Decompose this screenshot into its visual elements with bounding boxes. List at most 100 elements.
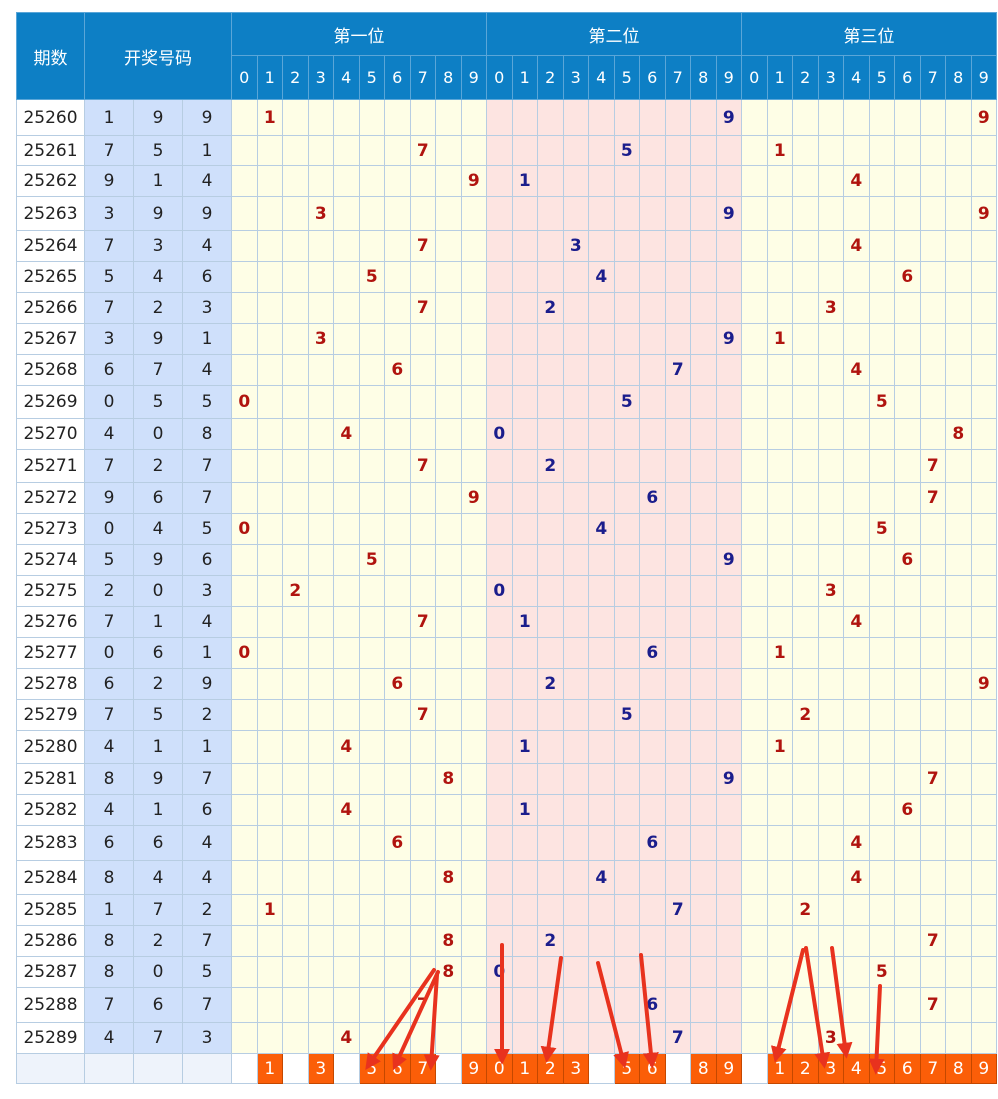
grid-cell [282, 860, 309, 895]
grid-cell [256, 385, 283, 419]
digit-header-p2-0: 0 [486, 55, 513, 100]
digit-header-p1-6: 6 [384, 55, 411, 100]
pick-empty-cell [435, 1053, 462, 1084]
grid-cell [511, 449, 538, 483]
grid-cell [256, 513, 283, 545]
grid-cell [511, 825, 538, 861]
winning-digit-3: 4 [182, 354, 232, 386]
grid-cell [690, 482, 717, 514]
grid-cell [868, 699, 895, 731]
grid-cell [766, 575, 793, 607]
grid-cell [945, 860, 972, 895]
grid-cell [511, 323, 538, 355]
winning-digit-3: 1 [182, 730, 232, 764]
grid-cell [715, 513, 742, 545]
winning-digit-2: 9 [133, 323, 183, 355]
grid-cell [664, 385, 691, 419]
hit-marker-pos3: 7 [919, 987, 946, 1023]
grid-cell [715, 894, 742, 926]
grid-cell [868, 637, 895, 669]
grid-cell [766, 956, 793, 988]
grid-cell [639, 449, 666, 483]
grid-cell [741, 1022, 768, 1054]
hit-marker-pos1: 7 [409, 230, 436, 262]
grid-cell [409, 575, 436, 607]
hit-marker-pos1: 7 [409, 606, 436, 638]
grid-cell [409, 1022, 436, 1054]
winning-digit-3: 4 [182, 606, 232, 638]
hit-marker-pos2: 4 [588, 513, 615, 545]
grid-cell [511, 230, 538, 262]
grid-cell [741, 956, 768, 988]
winning-digit-3: 5 [182, 513, 232, 545]
grid-cell [945, 794, 972, 826]
grid-cell [843, 292, 870, 324]
hit-marker-pos2: 9 [715, 763, 742, 795]
winning-digit-2: 0 [133, 575, 183, 607]
grid-cell [843, 956, 870, 988]
hit-marker-pos3: 4 [843, 606, 870, 638]
grid-cell [588, 196, 615, 231]
grid-cell [919, 135, 946, 166]
grid-cell [970, 513, 997, 545]
grid-cell [843, 1022, 870, 1054]
grid-cell [384, 323, 411, 355]
grid-cell [613, 987, 640, 1023]
grid-cell [409, 544, 436, 576]
grid-cell [435, 99, 462, 136]
grid-cell [588, 575, 615, 607]
grid-cell [307, 482, 334, 514]
hit-marker-pos3: 6 [894, 544, 921, 576]
grid-cell [970, 606, 997, 638]
grid-cell [537, 763, 564, 795]
pick-digit-pos2: 0 [486, 1053, 513, 1084]
grid-cell [690, 544, 717, 576]
hit-marker-pos3: 2 [792, 699, 819, 731]
grid-cell [639, 606, 666, 638]
table-row: 25277 0 6 1 0 6 1 [16, 637, 997, 669]
grid-cell [868, 987, 895, 1023]
grid-cell [766, 449, 793, 483]
grid-cell [741, 482, 768, 514]
grid-cell [894, 135, 921, 166]
grid-cell [817, 925, 844, 957]
winning-digit-2: 4 [133, 261, 183, 293]
digit-header-p1-3: 3 [307, 55, 334, 100]
grid-cell [690, 99, 717, 136]
grid-cell [562, 987, 589, 1023]
grid-cell [843, 925, 870, 957]
grid-cell [664, 135, 691, 166]
hit-marker-pos1: 6 [384, 825, 411, 861]
grid-cell [511, 763, 538, 795]
grid-cell [511, 544, 538, 576]
grid-cell [588, 606, 615, 638]
grid-cell [919, 513, 946, 545]
grid-cell [460, 730, 487, 764]
grid-cell [358, 292, 385, 324]
grid-cell [639, 860, 666, 895]
grid-cell [741, 860, 768, 895]
footer-empty-cell [84, 1053, 134, 1084]
grid-cell [843, 730, 870, 764]
grid-cell [843, 385, 870, 419]
grid-cell [511, 385, 538, 419]
grid-cell [715, 987, 742, 1023]
hit-marker-pos3: 7 [919, 482, 946, 514]
grid-cell [562, 449, 589, 483]
grid-cell [715, 925, 742, 957]
winning-digit-2: 6 [133, 637, 183, 669]
grid-cell [919, 99, 946, 136]
grid-cell [894, 860, 921, 895]
winning-digit-1: 0 [84, 385, 134, 419]
hit-marker-pos2: 2 [537, 668, 564, 700]
winning-digit-1: 7 [84, 230, 134, 262]
grid-cell [358, 135, 385, 166]
grid-cell [945, 449, 972, 483]
grid-cell [307, 165, 334, 197]
grid-cell [919, 894, 946, 926]
grid-cell [537, 354, 564, 386]
grid-cell [562, 668, 589, 700]
grid-cell [945, 513, 972, 545]
grid-cell [613, 894, 640, 926]
grid-cell [562, 165, 589, 197]
